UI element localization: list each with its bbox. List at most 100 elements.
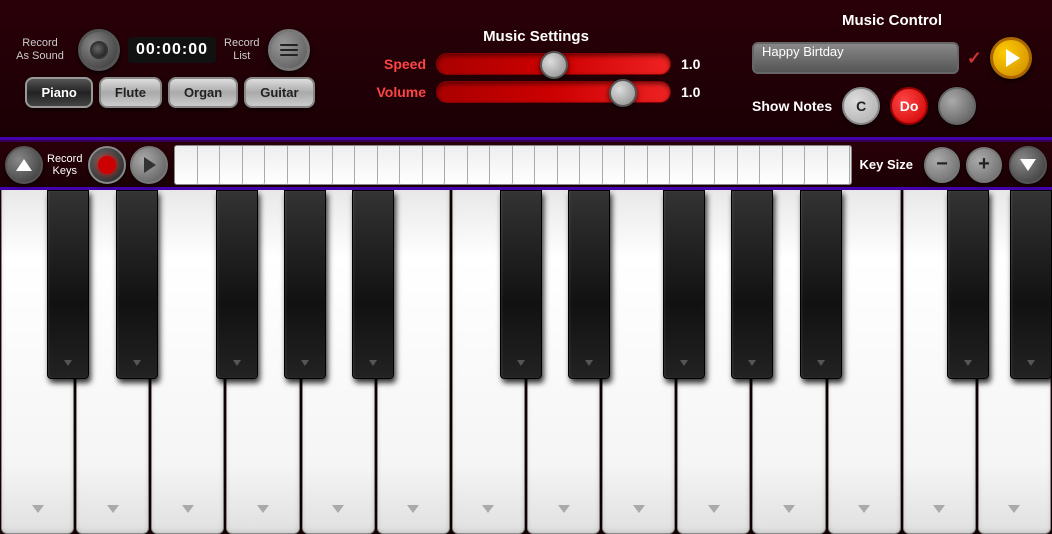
record-controls: Record As Sound 00:00:00 Record List <box>10 29 330 71</box>
black-key-10[interactable] <box>800 190 842 379</box>
mini-white-key[interactable] <box>445 146 468 184</box>
mini-white-key[interactable] <box>558 146 581 184</box>
mini-white-key[interactable] <box>288 146 311 184</box>
note-do-button[interactable]: Do <box>890 87 928 125</box>
black-key-7[interactable] <box>568 190 610 379</box>
key-size-plus-button[interactable]: + <box>966 147 1002 183</box>
hamburger-icon <box>280 44 298 56</box>
music-control-title: Music Control <box>752 12 1032 29</box>
record-list-section: Record List <box>224 37 259 63</box>
volume-slider-thumb[interactable] <box>609 79 637 107</box>
scroll-down-button[interactable] <box>1009 146 1047 184</box>
note-c-button[interactable]: C <box>842 87 880 125</box>
time-display: 00:00:00 <box>128 37 216 63</box>
music-control-section: Music Control Happy Birtday ✓ Show Notes… <box>742 12 1042 125</box>
mini-white-key[interactable] <box>423 146 446 184</box>
piano-button[interactable]: Piano <box>25 77 92 108</box>
record-dot-button[interactable] <box>88 146 126 184</box>
top-bar: Record As Sound 00:00:00 Record List <box>0 0 1052 140</box>
mini-white-key[interactable] <box>805 146 828 184</box>
key-size-minus-button[interactable]: − <box>924 147 960 183</box>
mini-white-key[interactable] <box>783 146 806 184</box>
mini-white-key[interactable] <box>580 146 603 184</box>
mini-white-keys <box>175 146 850 184</box>
black-key-8[interactable] <box>663 190 705 379</box>
mini-white-key[interactable] <box>220 146 243 184</box>
checkmark-icon: ✓ <box>967 48 982 69</box>
music-settings-section: Music Settings Speed 1.0 Volume 1.0 <box>330 28 742 109</box>
play-button-small[interactable] <box>130 146 168 184</box>
instrument-buttons: Piano Flute Organ Guitar <box>25 77 314 108</box>
down-arrow-icon <box>1020 159 1036 171</box>
mini-white-key[interactable] <box>400 146 423 184</box>
record-dot-icon <box>98 156 116 174</box>
mini-white-key[interactable] <box>243 146 266 184</box>
black-key-12[interactable] <box>1010 190 1052 379</box>
record-as-sound-line1: Record <box>22 37 57 50</box>
guitar-button[interactable]: Guitar <box>244 77 314 108</box>
speed-label: Speed <box>366 56 426 72</box>
black-key-5[interactable] <box>352 190 394 379</box>
speed-slider-track[interactable] <box>436 53 671 75</box>
play-small-icon <box>144 157 156 173</box>
record-list-line1: Record <box>224 37 259 50</box>
white-key-3[interactable] <box>151 190 224 534</box>
up-arrow-icon <box>16 159 32 171</box>
black-key-1[interactable] <box>47 190 89 379</box>
record-knob-inner <box>90 41 108 59</box>
mini-white-key[interactable] <box>648 146 671 184</box>
volume-value: 1.0 <box>681 84 706 100</box>
song-select[interactable]: Happy Birtday <box>752 42 959 74</box>
mini-white-key[interactable] <box>175 146 198 184</box>
left-section: Record As Sound 00:00:00 Record List <box>10 29 330 108</box>
mini-white-key[interactable] <box>828 146 851 184</box>
piano-keyboard <box>0 190 1052 534</box>
music-settings-title: Music Settings <box>483 28 589 45</box>
mini-white-key[interactable] <box>760 146 783 184</box>
organ-button[interactable]: Organ <box>168 77 238 108</box>
mini-white-key[interactable] <box>513 146 536 184</box>
black-key-9[interactable] <box>731 190 773 379</box>
mini-white-key[interactable] <box>265 146 288 184</box>
black-key-4[interactable] <box>284 190 326 379</box>
play-icon <box>1006 49 1020 67</box>
mini-white-key[interactable] <box>468 146 491 184</box>
volume-label: Volume <box>366 84 426 100</box>
volume-slider-track[interactable] <box>436 81 671 103</box>
record-as-sound-section: Record As Sound <box>10 37 70 63</box>
mini-white-key[interactable] <box>670 146 693 184</box>
record-list-line2: List <box>233 50 250 63</box>
record-knob[interactable] <box>78 29 120 71</box>
mini-white-key[interactable] <box>198 146 221 184</box>
mini-white-key[interactable] <box>625 146 648 184</box>
mini-white-key[interactable] <box>693 146 716 184</box>
flute-button[interactable]: Flute <box>99 77 162 108</box>
mini-white-key[interactable] <box>535 146 558 184</box>
key-size-label: Key Size <box>860 157 913 172</box>
mini-white-key[interactable] <box>603 146 626 184</box>
play-button-large[interactable] <box>990 37 1032 79</box>
black-key-2[interactable] <box>116 190 158 379</box>
show-notes-label: Show Notes <box>752 98 832 114</box>
record-list-button[interactable] <box>268 29 310 71</box>
black-key-11[interactable] <box>947 190 989 379</box>
black-key-3[interactable] <box>216 190 258 379</box>
mini-white-key[interactable] <box>715 146 738 184</box>
speed-slider-thumb[interactable] <box>540 51 568 79</box>
mini-white-key[interactable] <box>378 146 401 184</box>
record-keys-label: RecordKeys <box>47 153 82 177</box>
mini-white-key[interactable] <box>333 146 356 184</box>
song-row: Happy Birtday ✓ <box>752 37 1032 79</box>
mini-white-key[interactable] <box>310 146 333 184</box>
speed-slider-row: Speed 1.0 <box>366 53 706 75</box>
scroll-up-button[interactable] <box>5 146 43 184</box>
mini-white-key[interactable] <box>490 146 513 184</box>
note-knob[interactable] <box>938 87 976 125</box>
keyboard-area <box>0 190 1052 534</box>
volume-slider-row: Volume 1.0 <box>366 81 706 103</box>
mini-white-key[interactable] <box>738 146 761 184</box>
mini-keys-container <box>174 145 851 185</box>
speed-value: 1.0 <box>681 56 706 72</box>
mini-white-key[interactable] <box>355 146 378 184</box>
black-key-6[interactable] <box>500 190 542 379</box>
